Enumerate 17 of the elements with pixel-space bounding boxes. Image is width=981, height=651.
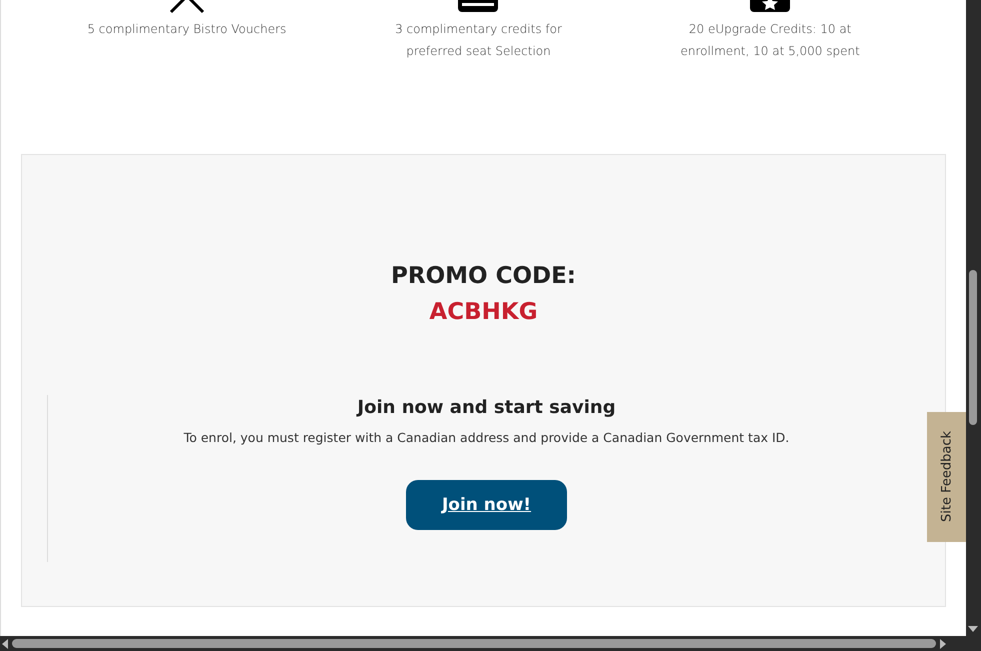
site-feedback-tab[interactable]: Site Feedback	[927, 412, 966, 542]
join-button[interactable]: Join now!	[406, 480, 567, 530]
scrollbar-thumb[interactable]	[969, 270, 977, 425]
horizontal-scrollbar[interactable]	[0, 636, 981, 651]
promo-code: ACBHKG	[429, 299, 538, 325]
scrollbar-thumb[interactable]	[12, 639, 936, 648]
join-text: To enrol, you must register with a Canadian address and provide a Canadian Government tax ID.	[184, 430, 790, 445]
benefit-text: 20 eUpgrade Credits: 10 at enrollment, 10 at 5,000 spent	[679, 21, 861, 60]
scroll-down-arrow-icon[interactable]	[968, 626, 978, 632]
vertical-scrollbar[interactable]	[966, 0, 981, 636]
scroll-right-arrow-icon[interactable]	[940, 638, 946, 648]
join-heading: Join now and start saving	[357, 397, 616, 418]
promo-label: PROMO CODE:	[391, 263, 576, 289]
benefit-text: 5 complimentary Bistro Vouchers	[87, 21, 286, 38]
scroll-left-arrow-icon[interactable]	[2, 638, 8, 648]
cross-icon	[168, 0, 205, 14]
benefit-text: 3 complimentary credits for preferred seat Selection	[394, 21, 563, 60]
